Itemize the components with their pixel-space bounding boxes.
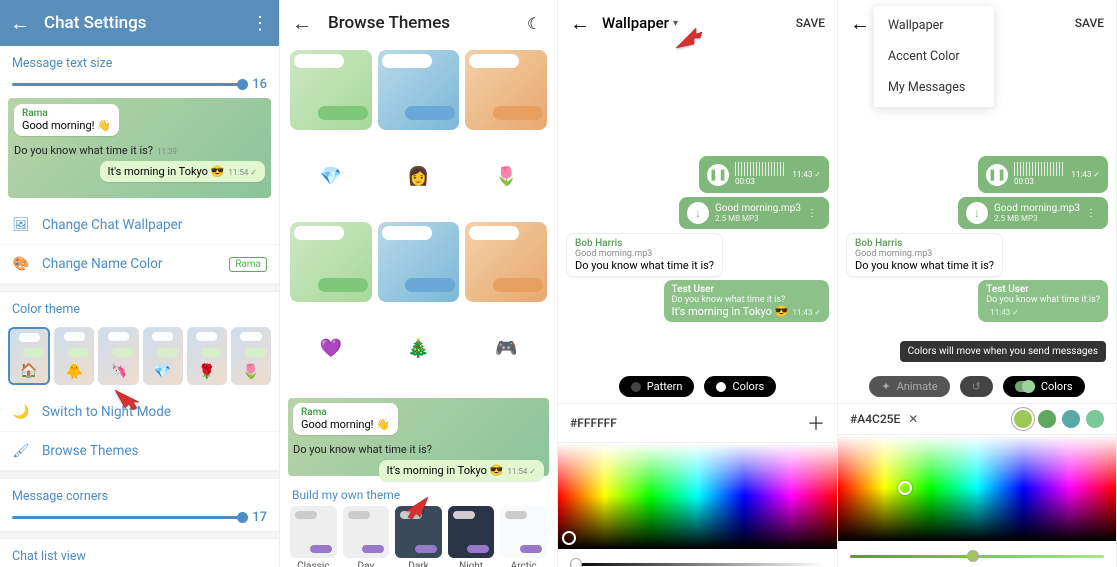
chat-list-view-label: Chat list view <box>0 539 279 567</box>
brightness-slider[interactable] <box>570 563 825 566</box>
change-wallpaper-row[interactable]: 🖼 Change Chat Wallpaper <box>0 206 279 245</box>
night-toggle-icon[interactable]: ☾ <box>527 14 545 32</box>
menu-wallpaper[interactable]: Wallpaper <box>874 10 994 41</box>
file-message: ↓ Good morning.mp32.5 MB MP3 ⋮ <box>679 197 829 229</box>
build-option[interactable]: Night <box>448 506 495 567</box>
reset-pill[interactable]: ↺ <box>960 376 993 397</box>
back-arrow-icon[interactable]: ← <box>292 11 312 36</box>
color-picker-area[interactable] <box>558 443 837 549</box>
text-size-label: Message text size <box>0 46 279 77</box>
theme-tile[interactable]: 🌹 <box>187 327 227 385</box>
back-arrow-icon[interactable]: ← <box>10 11 30 36</box>
text-size-slider[interactable] <box>12 83 246 86</box>
sparkle-icon: ✦ <box>881 380 890 393</box>
corners-label: Message corners <box>0 479 279 510</box>
toggle-icon <box>1015 381 1035 392</box>
theme-tile[interactable]: 🦄 <box>98 327 138 385</box>
theme-card[interactable]: 🌷 <box>465 136 547 216</box>
theme-tile[interactable]: 🏠 <box>8 327 50 385</box>
theme-tile[interactable]: 🐥 <box>54 327 94 385</box>
back-arrow-icon[interactable]: ← <box>570 11 590 36</box>
theme-tile[interactable]: 🌷 <box>231 327 271 385</box>
menu-accent-color[interactable]: Accent Color <box>874 41 994 72</box>
save-button[interactable]: SAVE <box>796 16 825 30</box>
more-icon[interactable]: ⋮ <box>807 208 817 219</box>
theme-card[interactable]: 🎮 <box>465 308 547 388</box>
menu-my-messages[interactable]: My Messages <box>874 72 994 103</box>
theme-card[interactable] <box>290 50 372 130</box>
section-dropdown-menu: Wallpaper Accent Color My Messages <box>874 6 994 107</box>
add-color-icon[interactable]: ＋ <box>807 410 825 436</box>
color-swatch[interactable] <box>1062 410 1080 428</box>
theme-card[interactable]: 💎 <box>290 136 372 216</box>
color-swatch[interactable] <box>1038 410 1056 428</box>
animate-tooltip: Colors will move when you send messages <box>900 341 1106 362</box>
palette-icon: 🎨 <box>12 255 30 273</box>
theme-card[interactable]: 👩 <box>378 136 460 216</box>
chat-preview: ❚❚ 00:03 11:43 ✓ ↓ Good morning.mp32.5 M… <box>838 150 1116 370</box>
build-option[interactable]: Arctic <box>500 506 547 567</box>
chat-settings-header: ← Chat Settings ⋮ <box>0 0 279 46</box>
animate-pill[interactable]: ✦Animate <box>869 376 949 397</box>
clear-hex-icon[interactable]: ✕ <box>908 412 918 426</box>
more-icon[interactable]: ⋮ <box>251 13 269 34</box>
pause-icon[interactable]: ❚❚ <box>707 164 729 186</box>
theme-card[interactable] <box>378 50 460 130</box>
image-icon: 🖼 <box>12 216 30 234</box>
color-picker-area[interactable] <box>838 435 1116 541</box>
theme-card[interactable] <box>378 222 460 302</box>
moon-icon: 🌙 <box>12 403 30 421</box>
theme-card[interactable] <box>465 222 547 302</box>
theme-card[interactable]: 🎄 <box>378 308 460 388</box>
text-size-value: 16 <box>252 77 267 92</box>
chat-preview: ❚❚ 00:03 11:43 ✓ ↓ Good morning.mp32.5 M… <box>558 150 837 370</box>
browse-themes-row[interactable]: 🖌 Browse Themes <box>0 432 279 471</box>
undo-icon: ↺ <box>972 380 981 393</box>
theme-preview: RamaGood morning! 👋 Do you know what tim… <box>288 398 549 476</box>
save-button[interactable]: SAVE <box>1075 16 1104 30</box>
build-option[interactable]: Classic <box>290 506 337 567</box>
more-icon[interactable]: ⋮ <box>1086 208 1096 219</box>
theme-tile[interactable]: 💎 <box>143 327 183 385</box>
header-title: Chat Settings <box>44 13 251 33</box>
theme-card[interactable] <box>290 222 372 302</box>
brush-icon: 🖌 <box>12 442 30 460</box>
theme-card[interactable] <box>465 50 547 130</box>
colors-pill[interactable]: Colors <box>704 376 776 397</box>
hex-value[interactable]: #FFFFFF <box>570 416 617 430</box>
download-icon[interactable]: ↓ <box>687 202 709 224</box>
colors-pill[interactable]: Colors <box>1003 376 1085 397</box>
download-icon[interactable]: ↓ <box>966 202 988 224</box>
theme-card[interactable]: 💜 <box>290 308 372 388</box>
pattern-pill[interactable]: Pattern <box>619 376 695 397</box>
corners-slider[interactable] <box>12 516 246 519</box>
color-swatch[interactable] <box>1014 410 1032 428</box>
color-swatch[interactable] <box>1086 410 1104 428</box>
corners-value: 17 <box>252 510 267 525</box>
hex-value[interactable]: #A4C25E <box>850 412 900 426</box>
name-badge: Rama <box>229 257 267 272</box>
back-arrow-icon[interactable]: ← <box>850 11 870 36</box>
pause-icon[interactable]: ❚❚ <box>986 164 1008 186</box>
color-theme-label: Color theme <box>0 292 279 323</box>
chat-preview: RamaGood morning! 👋 Do you know what tim… <box>8 98 271 198</box>
build-option[interactable]: Day <box>343 506 390 567</box>
browse-themes-header: ← Browse Themes ☾ <box>280 0 557 46</box>
voice-message: ❚❚ 00:03 11:43 ✓ <box>699 156 829 193</box>
change-name-color-row[interactable]: 🎨 Change Name Color Rama <box>0 245 279 284</box>
brightness-slider[interactable] <box>850 555 1104 558</box>
